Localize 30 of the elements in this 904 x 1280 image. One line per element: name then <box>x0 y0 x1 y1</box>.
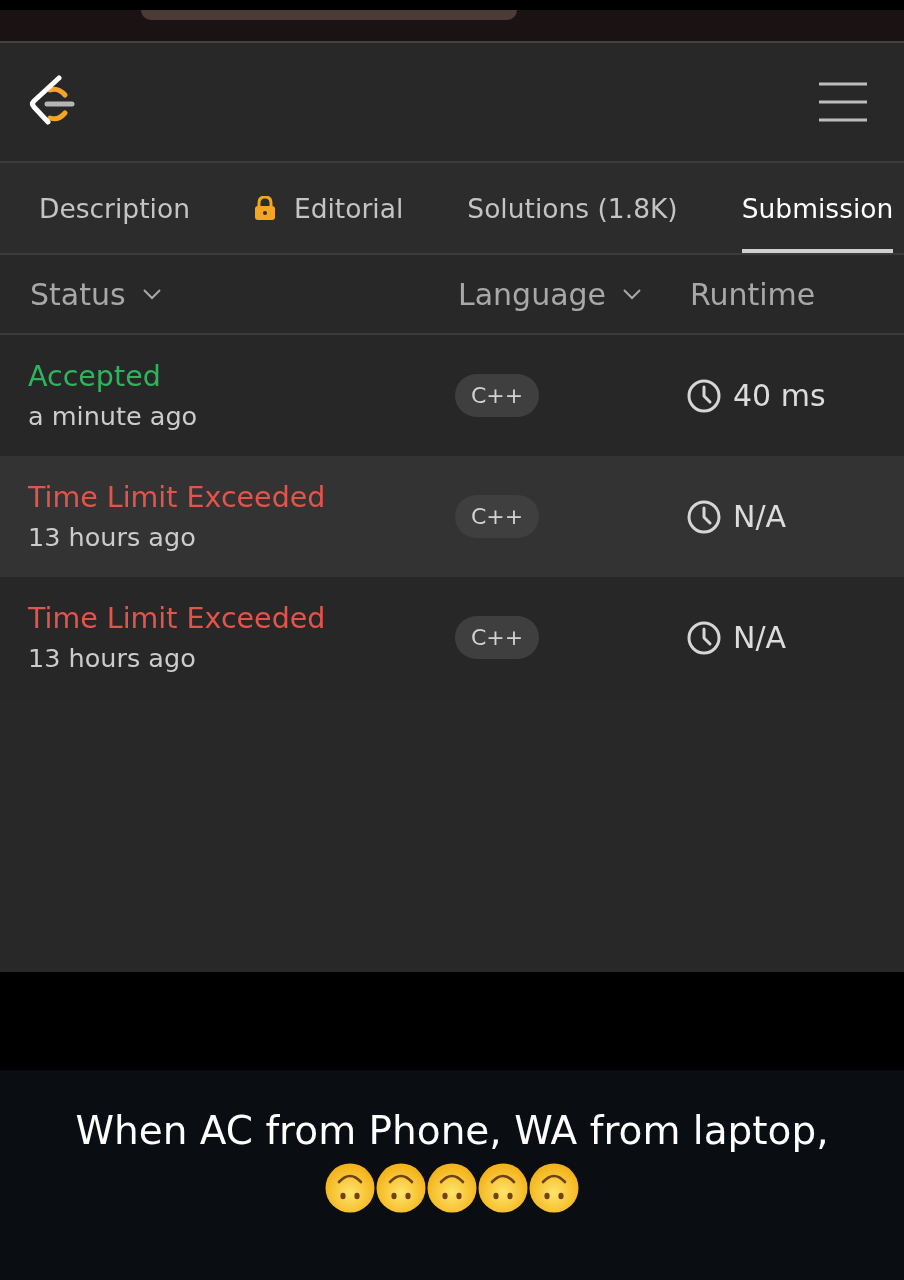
column-header[interactable]: Runtime <box>690 276 816 312</box>
clock-icon <box>687 378 721 413</box>
status-text: Time Limit Exceeded <box>28 602 326 635</box>
column-header[interactable]: Language <box>458 276 643 312</box>
upside-down-face-icon <box>427 1163 477 1213</box>
upside-down-face-icon <box>376 1163 426 1213</box>
menu-icon[interactable] <box>818 82 868 122</box>
table-row[interactable]: Time Limit Exceeded 13 hours ago C++ N/A <box>0 456 904 577</box>
caption-text: When AC from Phone, WA from laptop, <box>75 1108 829 1153</box>
runtime-text: N/A <box>733 620 787 655</box>
submitted-time: a minute ago <box>28 401 198 431</box>
language-badge: C++ <box>455 374 540 417</box>
submitted-time: 13 hours ago <box>28 643 196 673</box>
tab[interactable]: Description <box>39 163 190 253</box>
status-text: Time Limit Exceeded <box>28 481 326 514</box>
clock-icon <box>687 620 721 655</box>
submitted-time: 13 hours ago <box>28 522 196 552</box>
tab[interactable]: Solutions (1.8K) <box>467 163 678 253</box>
runtime-text: N/A <box>733 499 787 534</box>
status-text: Accepted <box>28 360 161 393</box>
language-badge: C++ <box>455 495 540 538</box>
upside-down-face-icon <box>478 1163 528 1213</box>
upside-down-face-icon <box>325 1163 375 1213</box>
clock-icon <box>687 499 721 534</box>
language-badge: C++ <box>455 616 540 659</box>
upside-down-face-icon <box>529 1163 579 1213</box>
runtime-text: 40 ms <box>733 378 826 413</box>
column-header[interactable]: Status <box>30 276 162 312</box>
tab[interactable]: Submission <box>741 163 894 253</box>
tab[interactable]: Editorial <box>253 163 404 253</box>
